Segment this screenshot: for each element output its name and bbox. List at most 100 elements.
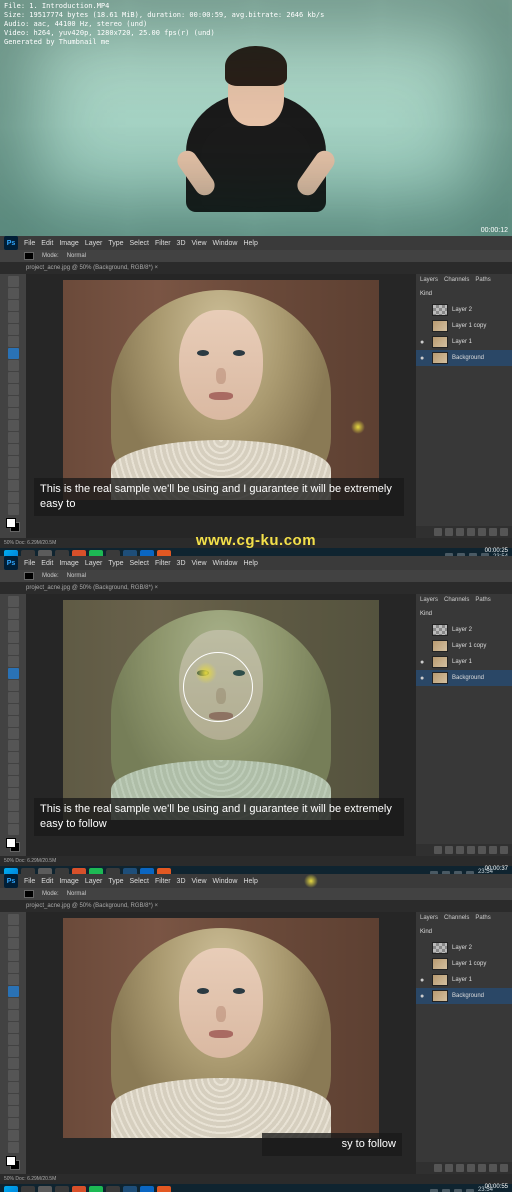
layer-row[interactable]: ●Background [416, 350, 512, 366]
layer-row[interactable]: Layer 1 copy [416, 318, 512, 334]
menu-window[interactable]: Window [213, 878, 238, 885]
link-layers-icon[interactable] [434, 846, 442, 854]
layer-row[interactable]: ●Layer 1 [416, 334, 512, 350]
fx-icon[interactable] [445, 846, 453, 854]
eyedropper-tool-icon[interactable] [8, 336, 19, 347]
menu-view[interactable]: View [192, 240, 207, 247]
shape-tool-icon[interactable] [8, 480, 19, 491]
menu-filter[interactable]: Filter [155, 878, 171, 885]
visibility-icon[interactable]: ● [420, 355, 428, 362]
layer-row[interactable]: Layer 1 copy [416, 956, 512, 972]
move-tool-icon[interactable] [8, 276, 19, 287]
move-tool-icon[interactable] [8, 596, 19, 607]
blur-tool-icon[interactable] [8, 1058, 19, 1069]
document-tab[interactable]: project_acne.jpg @ 50% (Background, RGB/… [26, 265, 158, 271]
opt-mode-value[interactable]: Normal [67, 253, 86, 259]
tab-channels[interactable]: Channels [444, 915, 469, 921]
pen-tool-icon[interactable] [8, 1082, 19, 1093]
opt-mode-value[interactable]: Normal [67, 891, 86, 897]
lasso-tool-icon[interactable] [8, 620, 19, 631]
new-layer-icon[interactable] [489, 528, 497, 536]
pen-tool-icon[interactable] [8, 764, 19, 775]
type-tool-icon[interactable] [8, 1094, 19, 1105]
color-swatches[interactable] [6, 1156, 20, 1170]
tab-paths[interactable]: Paths [475, 277, 490, 283]
healing-brush-tool-icon[interactable] [8, 348, 19, 359]
pen-tool-icon[interactable] [8, 444, 19, 455]
layer-row[interactable]: Layer 1 copy [416, 638, 512, 654]
history-brush-tool-icon[interactable] [8, 704, 19, 715]
brush-tool-icon[interactable] [8, 360, 19, 371]
menu-view[interactable]: View [192, 878, 207, 885]
photoshop-logo-icon[interactable]: Ps [4, 236, 18, 250]
dodge-tool-icon[interactable] [8, 1070, 19, 1081]
type-tool-icon[interactable] [8, 456, 19, 467]
adjustment-icon[interactable] [467, 528, 475, 536]
photoshop-logo-icon[interactable]: Ps [4, 874, 18, 888]
hand-tool-icon[interactable] [8, 1130, 19, 1141]
tab-paths[interactable]: Paths [475, 915, 490, 921]
link-layers-icon[interactable] [434, 1164, 442, 1172]
new-layer-icon[interactable] [489, 846, 497, 854]
layer-row[interactable]: Layer 2 [416, 940, 512, 956]
opt-mode-value[interactable]: Normal [67, 573, 86, 579]
menu-help[interactable]: Help [243, 560, 257, 567]
dodge-tool-icon[interactable] [8, 432, 19, 443]
menu-layer[interactable]: Layer [85, 240, 103, 247]
brush-preview-icon[interactable] [24, 572, 34, 580]
menu-filter[interactable]: Filter [155, 240, 171, 247]
menu-select[interactable]: Select [130, 240, 149, 247]
crop-tool-icon[interactable] [8, 644, 19, 655]
taskbar-app-icon[interactable] [123, 1186, 137, 1192]
adjustment-icon[interactable] [467, 846, 475, 854]
layer-filter-row[interactable]: Kind [416, 606, 512, 622]
menu-window[interactable]: Window [213, 240, 238, 247]
layer-row[interactable]: ●Background [416, 988, 512, 1004]
marquee-tool-icon[interactable] [8, 926, 19, 937]
hand-tool-icon[interactable] [8, 812, 19, 823]
menu-window[interactable]: Window [213, 560, 238, 567]
menu-3d[interactable]: 3D [177, 240, 186, 247]
trash-icon[interactable] [500, 528, 508, 536]
menu-image[interactable]: Image [59, 878, 78, 885]
photoshop-logo-icon[interactable]: Ps [4, 556, 18, 570]
marquee-tool-icon[interactable] [8, 288, 19, 299]
fx-icon[interactable] [445, 528, 453, 536]
taskbar-app-icon[interactable] [157, 1186, 171, 1192]
taskbar-app-icon[interactable] [21, 1186, 35, 1192]
visibility-icon[interactable]: ● [420, 659, 428, 666]
hand-tool-icon[interactable] [8, 492, 19, 503]
document-tab[interactable]: project_acne.jpg @ 50% (Background, RGB/… [26, 585, 158, 591]
link-layers-icon[interactable] [434, 528, 442, 536]
menu-help[interactable]: Help [243, 878, 257, 885]
tab-layers[interactable]: Layers [420, 597, 438, 603]
wand-tool-icon[interactable] [8, 632, 19, 643]
menu-layer[interactable]: Layer [85, 560, 103, 567]
zoom-tool-icon[interactable] [8, 504, 19, 515]
stamp-tool-icon[interactable] [8, 1010, 19, 1021]
tab-layers[interactable]: Layers [420, 915, 438, 921]
group-icon[interactable] [478, 528, 486, 536]
shape-tool-icon[interactable] [8, 800, 19, 811]
mask-icon[interactable] [456, 528, 464, 536]
mask-icon[interactable] [456, 1164, 464, 1172]
healing-brush-tool-icon[interactable] [8, 668, 19, 679]
blur-tool-icon[interactable] [8, 420, 19, 431]
menu-3d[interactable]: 3D [177, 560, 186, 567]
dodge-tool-icon[interactable] [8, 752, 19, 763]
brush-tool-icon[interactable] [8, 680, 19, 691]
visibility-icon[interactable]: ● [420, 675, 428, 682]
eraser-tool-icon[interactable] [8, 396, 19, 407]
brush-tool-icon[interactable] [8, 998, 19, 1009]
tab-channels[interactable]: Channels [444, 277, 469, 283]
color-swatches[interactable] [6, 518, 20, 532]
mask-icon[interactable] [456, 846, 464, 854]
menu-type[interactable]: Type [108, 240, 123, 247]
eyedropper-tool-icon[interactable] [8, 656, 19, 667]
new-layer-icon[interactable] [489, 1164, 497, 1172]
history-brush-tool-icon[interactable] [8, 384, 19, 395]
trash-icon[interactable] [500, 1164, 508, 1172]
tab-paths[interactable]: Paths [475, 597, 490, 603]
menu-file[interactable]: File [24, 240, 35, 247]
visibility-icon[interactable]: ● [420, 339, 428, 346]
